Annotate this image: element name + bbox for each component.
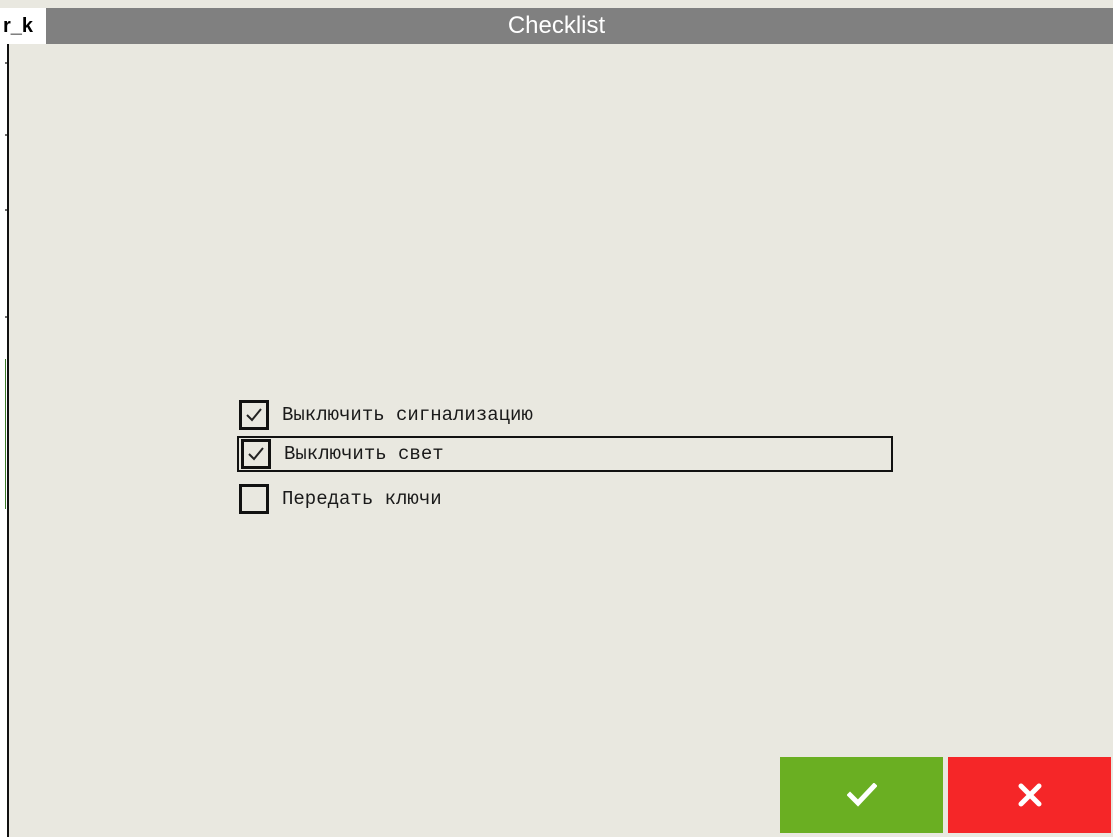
- checkmark-icon: [246, 408, 262, 422]
- close-icon: [1018, 783, 1041, 807]
- checkbox-unchecked[interactable]: [239, 484, 269, 514]
- checklist: Выключить сигнализацию Выключить свет Пе…: [237, 394, 897, 520]
- checkbox-checked[interactable]: [239, 400, 269, 430]
- title-bar: r_k Checklist: [0, 8, 1113, 44]
- confirm-button[interactable]: [780, 757, 943, 833]
- window-title: Checklist: [507, 12, 606, 39]
- checklist-item-disable-alarm[interactable]: Выключить сигнализацию: [237, 394, 897, 436]
- checklist-item-hand-over-keys[interactable]: Передать ключи: [237, 478, 897, 520]
- checklist-item-lights-off[interactable]: Выключить свет: [237, 436, 893, 472]
- cancel-button[interactable]: [948, 757, 1111, 833]
- checkbox-checked[interactable]: [241, 439, 271, 469]
- checklist-item-label: Выключить свет: [284, 443, 444, 465]
- checklist-window: r_k Checklist Выключить сигнализацию Вык…: [0, 0, 1113, 837]
- checklist-item-label: Выключить сигнализацию: [282, 404, 533, 426]
- check-icon: [846, 783, 877, 807]
- checklist-item-label: Передать ключи: [282, 488, 442, 510]
- left-edge-panel: [0, 44, 9, 837]
- checkmark-icon: [248, 447, 264, 461]
